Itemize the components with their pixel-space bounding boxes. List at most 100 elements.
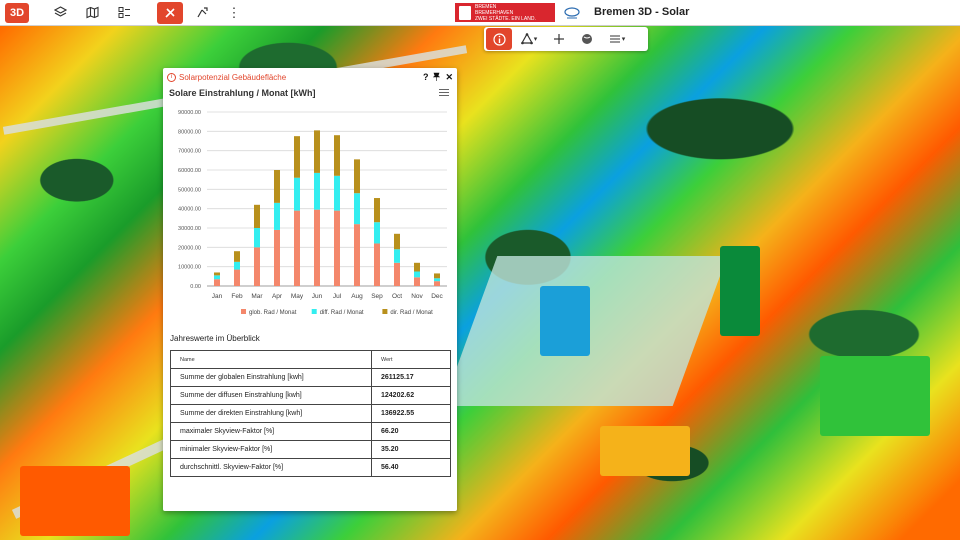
bar-segment <box>414 271 420 278</box>
bar-segment <box>254 204 260 228</box>
bar-segment <box>274 170 280 203</box>
y-tick-label: 70000.00 <box>178 149 201 155</box>
x-tick-label: Mar <box>251 293 263 300</box>
tilt-icon[interactable]: ▾ <box>602 28 632 50</box>
table-row: Summe der globalen Einstrahlung [kwh] 261… <box>170 368 451 387</box>
y-tick-label: 50000.00 <box>178 187 201 193</box>
bar-segment <box>234 251 240 262</box>
chart-title: Solare Einstrahlung / Monat [kWh] <box>169 88 316 98</box>
cell-value: 35.20 <box>371 440 451 459</box>
info-icon[interactable] <box>486 28 512 50</box>
pin-icon[interactable] <box>432 72 441 83</box>
y-tick-label: 60000.00 <box>178 168 201 174</box>
bar-segment <box>354 224 360 286</box>
bar-segment <box>234 261 240 270</box>
bar-segment <box>434 281 440 286</box>
bar-segment <box>314 172 320 210</box>
x-tick-label: Aug <box>351 293 363 300</box>
y-tick-label: 20000.00 <box>178 245 201 251</box>
bar-segment <box>274 202 280 230</box>
map-icon[interactable] <box>79 2 105 24</box>
building <box>720 246 760 336</box>
building <box>600 426 690 476</box>
building <box>820 356 930 436</box>
table-row: Summe der direkten Einstrahlung [kwh] 136… <box>170 404 451 423</box>
x-tick-label: Sep <box>371 293 383 300</box>
legend-item: glob. Rad / Monat <box>249 310 297 316</box>
cell-name: maximaler Skyview-Faktor [%] <box>170 422 372 441</box>
irradiation-chart: 0.00 10000.00 20000.00 30000.00 40000.00 5000… <box>178 110 447 316</box>
bar-segment <box>434 273 440 279</box>
bar-segment <box>334 175 340 211</box>
close-icon[interactable]: ✕ <box>445 72 453 83</box>
y-tick-label: 40000.00 <box>178 207 201 213</box>
legend-item: dir. Rad / Monat <box>390 310 433 316</box>
app-title: Bremen 3D - Solar <box>594 6 690 18</box>
x-tick-label: Dec <box>431 293 443 300</box>
logo-line: ZWEI STÄDTE. EIN LAND. <box>475 15 536 22</box>
bar-segment <box>374 198 380 223</box>
y-tick-label: 90000.00 <box>178 110 201 116</box>
x-tick-label: Apr <box>272 293 283 300</box>
panel-title: Solarpotenzial Gebäudefläche <box>179 72 287 82</box>
building <box>20 466 130 536</box>
x-tick-label: Jun <box>312 293 323 300</box>
chart-menu-icon[interactable] <box>439 89 449 98</box>
cell-name: minimaler Skyview-Faktor [%] <box>170 440 372 459</box>
table-row: durchschnittl. Skyview-Faktor [%] 56.40 <box>170 458 451 477</box>
more-icon[interactable]: ⋮ <box>221 2 247 24</box>
top-bar: 3D ⋮ BREMEN BREMERHAVEN ZWEI STÄDTE. EIN… <box>0 0 960 26</box>
y-tick-label: 80000.00 <box>178 129 201 135</box>
y-tick-label: 30000.00 <box>178 226 201 232</box>
bar-segment <box>394 233 400 250</box>
layers-icon[interactable] <box>47 2 73 24</box>
bar-segment <box>334 135 340 176</box>
bar-segment <box>234 269 240 286</box>
x-tick-label: Jan <box>212 293 223 300</box>
cell-value: 136922.55 <box>371 404 451 423</box>
x-tick-label: Feb <box>231 293 243 300</box>
3d-toggle-button[interactable]: 3D <box>5 2 29 23</box>
point-icon[interactable]: ▾ <box>514 28 544 50</box>
cell-value: 56.40 <box>371 458 451 477</box>
cell-value: 261125.17 <box>371 368 451 387</box>
column-header: Wert <box>371 350 451 369</box>
x-tick-label: May <box>291 293 304 300</box>
table-row: minimaler Skyview-Faktor [%] 35.20 <box>170 440 451 459</box>
table-row: maximaler Skyview-Faktor [%] 66.20 <box>170 422 451 441</box>
bar-segment <box>414 262 420 272</box>
help-icon[interactable]: ? <box>423 72 429 82</box>
bar-segment <box>214 279 220 286</box>
info-icon: i <box>167 72 176 82</box>
cell-name: durchschnittl. Skyview-Faktor [%] <box>170 458 372 477</box>
bar-segment <box>314 130 320 173</box>
bar-segment <box>294 210 300 286</box>
y-tick-label: 0.00 <box>190 284 201 290</box>
bar-segment <box>354 159 360 194</box>
solar-info-panel: i Solarpotenzial Gebäudefläche ? ✕ Solar… <box>163 68 457 511</box>
cell-name: Summe der diffusen Einstrahlung [kwh] <box>170 386 372 405</box>
chevron-down-icon: ▾ <box>621 36 626 43</box>
cell-name: Summe der globalen Einstrahlung [kwh] <box>170 368 372 387</box>
bremen-logo: BREMEN BREMERHAVEN ZWEI STÄDTE. EIN LAND… <box>455 3 555 22</box>
cell-value: 66.20 <box>371 422 451 441</box>
measure-icon[interactable] <box>546 28 572 50</box>
map-3d-view[interactable] <box>0 26 960 540</box>
tools-icon[interactable] <box>157 1 183 24</box>
vc-logo-icon <box>563 3 581 22</box>
legend-icon[interactable] <box>111 2 137 24</box>
bar-segment <box>414 277 420 286</box>
globe-icon[interactable] <box>574 28 600 50</box>
x-tick-label: Nov <box>411 293 423 300</box>
building <box>540 286 590 356</box>
bar-segment <box>214 272 220 276</box>
chevron-down-icon: ▾ <box>533 36 538 43</box>
bar-segment <box>374 222 380 244</box>
bar-segment <box>214 275 220 280</box>
measure-icon[interactable] <box>189 2 215 24</box>
bar-segment <box>394 262 400 286</box>
cell-value: 124202.62 <box>371 386 451 405</box>
legend-swatch <box>311 309 317 314</box>
bremen-crest-icon <box>459 5 471 20</box>
bar-segment <box>274 229 280 286</box>
